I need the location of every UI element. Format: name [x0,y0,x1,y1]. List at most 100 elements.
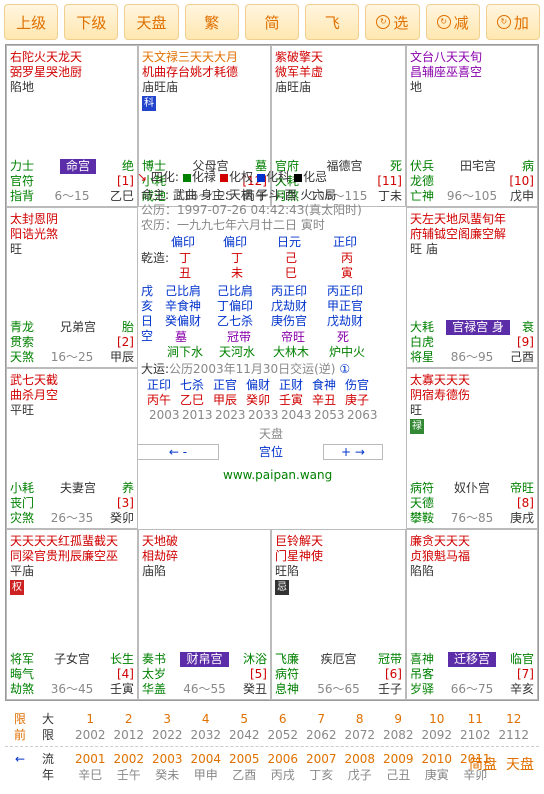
dayun-index[interactable]: 6 [264,712,303,726]
prev-button[interactable]: ← - [137,444,219,460]
palace-footer-row: 指背 6～15 乙巳 [10,189,134,204]
liunian-year[interactable]: 2002 [110,752,149,766]
liunian-year[interactable]: 2007 [302,752,341,766]
toolbar-button-3[interactable]: 繁 [184,4,239,40]
footer-star: 官符 [10,174,35,188]
liunian-year[interactable]: 2005 [225,752,264,766]
palace-stars: 巨铃解天 门星神使 旺陷忌 [275,534,323,595]
gan: 丙 [341,251,353,265]
liunian-year[interactable]: 2006 [264,752,303,766]
palace-footer: 病符 奴仆宫 帝旺 天德 [8] 攀鞍 76～85 庚戌 [410,481,534,526]
dayun-start-year: 2052 [267,728,299,742]
toolbar-button-4[interactable]: 简 [244,4,300,40]
dayun-index[interactable]: 5 [225,712,264,726]
palace-yin[interactable]: 天天天天红孤蜚截天 同梁官贵刑辰廉空巫 平庙权将军 子女宫 长生 晦气 [4] 劫煞 36～45… [6,529,138,700]
palace-zi[interactable]: 巨铃解天 门星神使 旺陷忌飞廉 疾厄宫 冠带 病符 [6] 息神 56～65 壬子 [271,529,406,700]
canggan: 戊劫财 [271,299,307,313]
palace-shen[interactable]: 文台八天天旬 昌辅座巫喜空地伏兵 田宅宫 病龙德 [10] 亡神 96～105 戊申 [406,45,538,207]
liunian-year[interactable]: 2003 [148,752,187,766]
sihua-badge: 科 [142,96,156,111]
palace-stars: 文台八天天旬 昌辅座巫喜空地 [410,50,482,95]
dishi: 墓 [175,330,187,344]
palace-footer-row: 劫煞 36～45 壬寅 [10,682,134,697]
palace-hai[interactable]: 廉贪天天天 贞狼魁马福 陷陷 喜神 迁移宫 临官 吊客 [7] 岁驿 66～75 辛亥 [406,529,538,700]
dayun-row: 大运:公历2003年11月30日交运(逆) ① [141,362,350,376]
liunian-year[interactable]: 2009 [379,752,418,766]
toolbar-icon-button-2[interactable]: ↻ 加 [485,4,540,40]
dayun-ganzhi-item: 甲辰 [213,393,238,407]
back-arrow[interactable]: ← [7,752,33,766]
palace-footer-row: 飞廉 疾厄宫 冠带 [275,652,402,667]
toolbar-button-2[interactable]: 天盘 [124,4,179,40]
toolbar-button-5[interactable]: 飞 [305,4,360,40]
palace-state: 辛亥 [509,682,534,696]
nayin-item: 炉中火 [329,345,366,359]
dishi-item: 死 [337,330,350,344]
liunian-year[interactable]: 2008 [341,752,380,766]
palace-footer-row: 太岁 [5] [142,667,267,682]
palace-chou[interactable]: 天地破 相劫碎 庙陷 奏书 财帛宫 沐浴 太岁 [5] 华盖 46～55 癸丑 [138,529,271,700]
palace-xu[interactable]: 太寡天天天 阴宿寿德伤旺禄病符 奴仆宫 帝旺 天德 [8] 攀鞍 76～85 庚戌 [406,368,538,529]
canggan-item: 甲正官 [327,299,364,313]
qian-label[interactable]: 前 [7,728,33,742]
dayun-start-year: 2032 [190,728,222,742]
toolbar-button-0[interactable]: 上级 [4,4,59,40]
liunian-year[interactable]: 2001 [71,752,110,766]
tianpan-button[interactable]: 天盘 [502,758,538,772]
palace-state: 癸卯 [109,511,134,525]
toolbar-icon-button-1[interactable]: ↻ 减 [425,4,480,40]
toolbar-icon-button-label: 选 [393,13,409,32]
dayun-index[interactable]: 11 [456,712,495,726]
side-label: 日 [141,314,153,328]
dayun-index[interactable]: 7 [302,712,341,726]
palace-mao[interactable]: 武七天截 曲杀月空 平旺 小耗 夫妻宫 养丧门 [3] 灾煞 26～35 癸卯 [6,368,138,529]
toolbar-button-1[interactable]: 下级 [64,4,119,40]
liunian-year[interactable]: 2010 [418,752,457,766]
dayun-index[interactable]: 9 [379,712,418,726]
palace-state: 己酉 [509,350,534,364]
star-row: 文台八天天旬 [410,50,483,64]
dayun-index[interactable]: 4 [187,712,226,726]
dayun-index[interactable]: 2 [110,712,149,726]
palace-state: 沐浴 [242,652,267,666]
palace-state: 病 [521,159,534,173]
dayun-index[interactable]: 3 [148,712,187,726]
mingzhu: 命主: 武曲 身主:天相 子斗:酉 火六局 [141,188,337,202]
footer-star: 飞廉 [275,652,300,666]
center-panel: ↘ 四化: 化禄 化权 化科 化忌 命主: 武曲 身主:天相 子斗:酉 火六局 公历：199… [137,162,403,484]
liunian-year[interactable]: 2004 [187,752,226,766]
zhi: 寅 [341,266,353,280]
qianzao-label: 乾造: [141,251,169,265]
footer-star: 奏书 [142,652,167,666]
palace-footer-row: 岁驿 66～75 辛亥 [410,682,534,697]
dayun-index[interactable]: 1 [71,712,110,726]
tiangan: 丙 [341,251,354,265]
dayun-start-year: 2002 [74,728,106,742]
toolbar-icon-button-0[interactable]: ↻ 选 [365,4,420,40]
liunian-ganzhi: 丙戌 [270,768,295,782]
palace-stars: 廉贪天天天 贞狼魁马福 陷陷 [410,534,470,579]
dayun-index[interactable]: 12 [495,712,534,726]
dayun-index[interactable]: 10 [418,712,457,726]
palace-you[interactable]: 天左天地凤蜚旬年 府辅钺空阁廉空解旺 庙大耗 官禄宫 身衰白虎 [9] 将星 86～95 己… [406,207,538,368]
palace-footer-row: 将星 86～95 己酉 [410,350,534,365]
palace-state: 戊申 [509,189,534,203]
palace-state: 绝 [121,159,134,173]
tiangan: 己 [285,251,298,265]
xian2-label: 限 [41,728,54,742]
palace-si[interactable]: 右陀火天龙天 弼罗星哭池厨 陷地 力士 命宫 绝官符 [1] 指背 6～15 乙巳 [6,45,138,207]
next-button[interactable]: + → [323,444,383,460]
star-brightness: 平旺 [10,403,35,417]
jianpan-button[interactable]: 简盘 [467,758,499,772]
nongli-row: 农历：一九九七年六月廿二日 寅时 [141,218,325,232]
dayun-index[interactable]: 8 [341,712,380,726]
palace-footer-row: 天煞 16～25 甲辰 [10,350,134,365]
star-row: 府辅钺空阁廉空解 [410,227,507,241]
palace-state: 临官 [509,652,534,666]
gan: 丁 [179,251,191,265]
palace-chen[interactable]: 太封恩阴 阳诰光煞旺青龙 兄弟宫 胎贯索 [2] 天煞 16～25 甲辰 [6,207,138,368]
dayun-year-item: 2063 [347,408,378,422]
site-link[interactable]: www.paipan.wang [223,468,332,482]
dayun-year-item: 2043 [281,408,312,422]
info-icon: ① [335,362,351,376]
